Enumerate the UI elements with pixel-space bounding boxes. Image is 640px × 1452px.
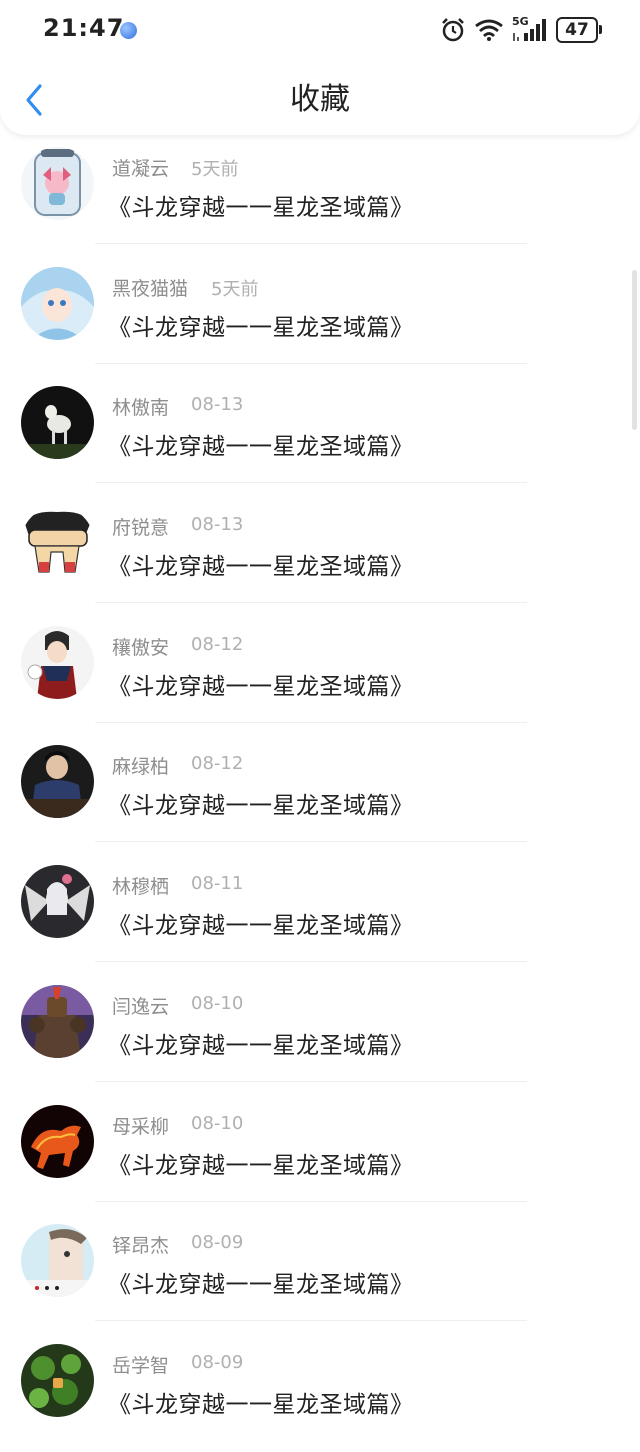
list-item[interactable]: 岳学智 08-09 《斗龙穿越一一星龙圣域篇》: [0, 1332, 640, 1452]
item-time: 5天前: [191, 159, 239, 180]
item-time: 08-10: [191, 1112, 244, 1134]
divider: [95, 362, 527, 364]
app-notification-icon: [120, 22, 137, 39]
battery-icon: 47: [556, 17, 602, 43]
avatar: [21, 386, 94, 460]
page-title: 收藏: [290, 82, 350, 117]
scrollbar[interactable]: [632, 270, 637, 430]
item-username: 道凝云: [112, 158, 170, 180]
avatar: [21, 266, 94, 340]
item-title[interactable]: 《斗龙穿越一一星龙圣域篇》: [108, 1146, 414, 1180]
item-title[interactable]: 《斗龙穿越一一星龙圣域篇》: [108, 667, 414, 701]
list-item[interactable]: 母采柳 08-10 《斗龙穿越一一星龙圣域篇》: [0, 1093, 640, 1213]
item-username: 府锐意: [112, 517, 170, 540]
item-time: 08-12: [191, 633, 244, 655]
status-time: 21:47: [43, 14, 125, 42]
item-username: 穰傲安: [112, 636, 170, 659]
list-item[interactable]: 黑夜猫猫 5天前 《斗龙穿越一一星龙圣域篇》: [0, 255, 640, 375]
avatar: [21, 625, 94, 699]
list-item[interactable]: 林傲南 08-13 《斗龙穿越一一星龙圣域篇》: [0, 374, 640, 494]
avatar: [21, 865, 94, 939]
item-title[interactable]: 《斗龙穿越一一星龙圣域篇》: [108, 1265, 414, 1299]
divider: [95, 243, 527, 244]
item-title[interactable]: 《斗龙穿越一一星龙圣域篇》: [108, 786, 414, 820]
favorites-list: 道凝云 5天前 《斗龙穿越一一星龙圣域篇》 黑夜猫猫 5天前 《斗龙穿越一一星龙…: [0, 135, 640, 1452]
avatar: [21, 1343, 94, 1417]
item-time: 08-12: [191, 753, 244, 775]
divider: [95, 602, 527, 604]
item-time: 08-13: [191, 514, 244, 536]
item-title[interactable]: 《斗龙穿越一一星龙圣域篇》: [108, 1026, 414, 1060]
wifi-icon: [475, 19, 503, 41]
avatar: [21, 745, 94, 819]
item-username: 铎昂杰: [112, 1235, 170, 1258]
item-title[interactable]: 《斗龙穿越一一星龙圣域篇》: [108, 547, 414, 581]
item-time: 08-13: [191, 394, 244, 416]
avatar: [21, 147, 94, 220]
divider: [95, 1080, 527, 1082]
header-bar: 21:47 5G 47 收藏: [0, 0, 640, 135]
item-time: 08-11: [191, 873, 244, 895]
list-item[interactable]: 道凝云 5天前 《斗龙穿越一一星龙圣域篇》: [0, 135, 640, 255]
list-item[interactable]: 铎昂杰 08-09 《斗龙穿越一一星龙圣域篇》: [0, 1212, 640, 1332]
list-item[interactable]: 穰傲安 08-12 《斗龙穿越一一星龙圣域篇》: [0, 614, 640, 734]
item-title[interactable]: 《斗龙穿越一一星龙圣域篇》: [108, 308, 414, 342]
item-title[interactable]: 《斗龙穿越一一星龙圣域篇》: [108, 188, 414, 222]
item-time: 08-09: [191, 1232, 244, 1254]
avatar: [21, 984, 94, 1058]
item-username: 岳学智: [112, 1354, 170, 1377]
signal-icon: 5G: [512, 15, 548, 43]
item-title[interactable]: 《斗龙穿越一一星龙圣域篇》: [108, 906, 414, 940]
status-icons: 5G 47: [440, 14, 602, 46]
avatar: [21, 1104, 94, 1178]
item-username: 林傲南: [112, 397, 170, 420]
list-item[interactable]: 府锐意 08-13 《斗龙穿越一一星龙圣域篇》: [0, 494, 640, 614]
divider: [95, 1200, 527, 1202]
item-title[interactable]: 《斗龙穿越一一星龙圣域篇》: [108, 427, 414, 461]
item-time: 08-10: [191, 992, 244, 1014]
list-item[interactable]: 林穆栖 08-11 《斗龙穿越一一星龙圣域篇》: [0, 853, 640, 973]
item-username: 麻绿柏: [112, 756, 170, 779]
item-username: 林穆栖: [112, 876, 170, 899]
item-username: 母采柳: [112, 1115, 170, 1138]
item-time: 5天前: [211, 278, 259, 300]
divider: [95, 482, 527, 484]
list-item[interactable]: 麻绿柏 08-12 《斗龙穿越一一星龙圣域篇》: [0, 733, 640, 853]
item-username: 闫逸云: [112, 995, 170, 1018]
alarm-icon: [442, 18, 464, 42]
avatar: [21, 506, 94, 580]
avatar: [21, 1224, 94, 1298]
divider: [95, 721, 527, 723]
divider: [95, 841, 527, 843]
divider: [95, 1320, 527, 1322]
list-item[interactable]: 闫逸云 08-10 《斗龙穿越一一星龙圣域篇》: [0, 973, 640, 1093]
item-username: 黑夜猫猫: [112, 277, 189, 300]
item-time: 08-09: [191, 1351, 244, 1373]
divider: [95, 961, 527, 963]
item-title[interactable]: 《斗龙穿越一一星龙圣域篇》: [108, 1385, 414, 1419]
